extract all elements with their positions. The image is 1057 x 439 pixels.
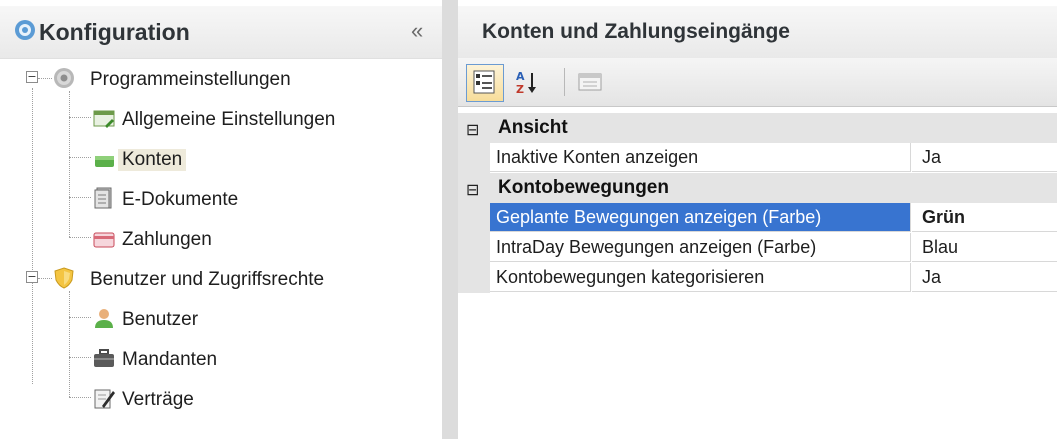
row-gutter — [458, 233, 490, 263]
configuration-header: Konfiguration « — [0, 6, 442, 59]
payment-card-icon — [93, 232, 115, 248]
collapse-benutzer-zugriffsrechte-toggle[interactable]: − — [26, 271, 38, 283]
category-collapse-toggle[interactable]: ⊟ — [466, 180, 479, 199]
configuration-panel: Konfiguration « − Programmeinstellungen — [0, 0, 442, 439]
tree-item-benutzer[interactable]: Benutzer — [92, 302, 392, 336]
tree-connector — [69, 357, 91, 358]
tree-connector — [69, 197, 91, 198]
toolbar-separator — [564, 68, 565, 96]
sort-alphabetical-icon: A Z — [516, 70, 536, 96]
category-name: Ansicht — [498, 117, 568, 138]
shield-icon — [54, 267, 74, 289]
property-pages-button[interactable] — [572, 64, 610, 102]
tree-connector — [69, 157, 91, 158]
property-value[interactable]: Ja — [912, 263, 1057, 292]
tree-item-vertraege[interactable]: Verträge — [92, 382, 392, 416]
tree-item-label: Benutzer — [122, 309, 199, 330]
gear-icon — [15, 20, 35, 40]
sort-alphabetical-button[interactable]: A Z — [508, 64, 546, 102]
tree-node-label: Programmeinstellungen — [90, 69, 291, 90]
category-collapse-toggle[interactable]: ⊟ — [466, 120, 479, 139]
tree-connector — [69, 237, 91, 238]
property-row-intraday-bewegungen[interactable]: IntraDay Bewegungen anzeigen (Farbe) Bla… — [458, 233, 1057, 263]
tree-node-label: Benutzer und Zugriffsrechte — [90, 269, 325, 290]
configuration-tree: − Programmeinstellungen Allgemeine Einst… — [0, 58, 442, 439]
tree-connector — [69, 291, 70, 397]
row-gutter — [458, 263, 490, 293]
property-name: Kontobewegungen kategorisieren — [490, 263, 911, 292]
contract-pen-icon — [94, 389, 115, 409]
tree-item-label: Konten — [118, 149, 187, 171]
tree-connector — [38, 278, 52, 279]
category-ansicht: ⊟ Ansicht — [458, 113, 1057, 143]
property-value[interactable]: Blau — [912, 233, 1057, 262]
document-stack-icon — [94, 187, 112, 209]
briefcase-icon — [94, 349, 114, 367]
tree-connector — [32, 88, 33, 384]
tree-node-benutzer-und-zugriffsrechte[interactable]: Benutzer und Zugriffsrechte — [52, 262, 412, 296]
tree-item-e-dokumente[interactable]: E-Dokumente — [92, 182, 392, 216]
tree-connector — [69, 91, 70, 237]
tree-item-label: Mandanten — [122, 349, 218, 370]
property-value[interactable]: Ja — [912, 143, 1057, 172]
settings-window-icon — [93, 110, 115, 128]
property-row-kontobewegungen-kategorisieren[interactable]: Kontobewegungen kategorisieren Ja — [458, 263, 1057, 293]
property-row-geplante-bewegungen[interactable]: Geplante Bewegungen anzeigen (Farbe) Grü… — [458, 203, 1057, 233]
tree-item-label: Allgemeine Einstellungen — [122, 109, 336, 130]
property-panel: Konten und Zahlungseingänge A Z ⊟ Ansich… — [458, 0, 1057, 439]
categorized-view-icon — [473, 70, 495, 94]
category-name: Kontobewegungen — [498, 177, 669, 198]
tree-item-zahlungen[interactable]: Zahlungen — [92, 222, 392, 256]
tree-item-konten[interactable]: Konten — [92, 142, 392, 176]
property-pages-icon — [578, 73, 602, 91]
property-toolbar: A Z — [458, 58, 1057, 107]
panel-splitter[interactable] — [442, 0, 458, 439]
svg-text:A: A — [516, 70, 525, 83]
user-icon — [95, 309, 113, 328]
tree-item-label: Zahlungen — [122, 229, 212, 250]
tree-node-programmeinstellungen[interactable]: Programmeinstellungen — [52, 62, 372, 96]
property-value[interactable]: Grün — [912, 203, 1057, 232]
tree-connector — [69, 397, 91, 398]
tree-connector — [69, 117, 91, 118]
property-name: IntraDay Bewegungen anzeigen (Farbe) — [490, 233, 911, 262]
property-panel-title: Konten und Zahlungseingänge — [482, 20, 790, 43]
tree-connector — [38, 78, 52, 79]
category-kontobewegungen: ⊟ Kontobewegungen — [458, 173, 1057, 203]
collapse-panel-button[interactable]: « — [411, 18, 423, 44]
svg-text:Z: Z — [516, 83, 524, 96]
tree-connector — [69, 317, 91, 318]
row-gutter — [458, 203, 490, 233]
tree-item-mandanten[interactable]: Mandanten — [92, 342, 392, 376]
gear-icon — [54, 68, 74, 88]
tree-item-label: E-Dokumente — [122, 189, 239, 210]
configuration-title: Konfiguration — [39, 19, 190, 45]
row-gutter — [458, 143, 490, 173]
property-row-inaktive-konten[interactable]: Inaktive Konten anzeigen Ja — [458, 143, 1057, 173]
property-panel-header: Konten und Zahlungseingänge — [458, 6, 1057, 58]
property-name: Inaktive Konten anzeigen — [490, 143, 911, 172]
property-name: Geplante Bewegungen anzeigen (Farbe) — [490, 203, 911, 232]
categorized-view-button[interactable] — [466, 64, 504, 102]
tree-item-label: Verträge — [122, 389, 194, 410]
tree-item-allgemeine-einstellungen[interactable]: Allgemeine Einstellungen — [92, 102, 392, 136]
account-card-icon — [95, 156, 114, 167]
collapse-programmeinstellungen-toggle[interactable]: − — [26, 71, 38, 83]
